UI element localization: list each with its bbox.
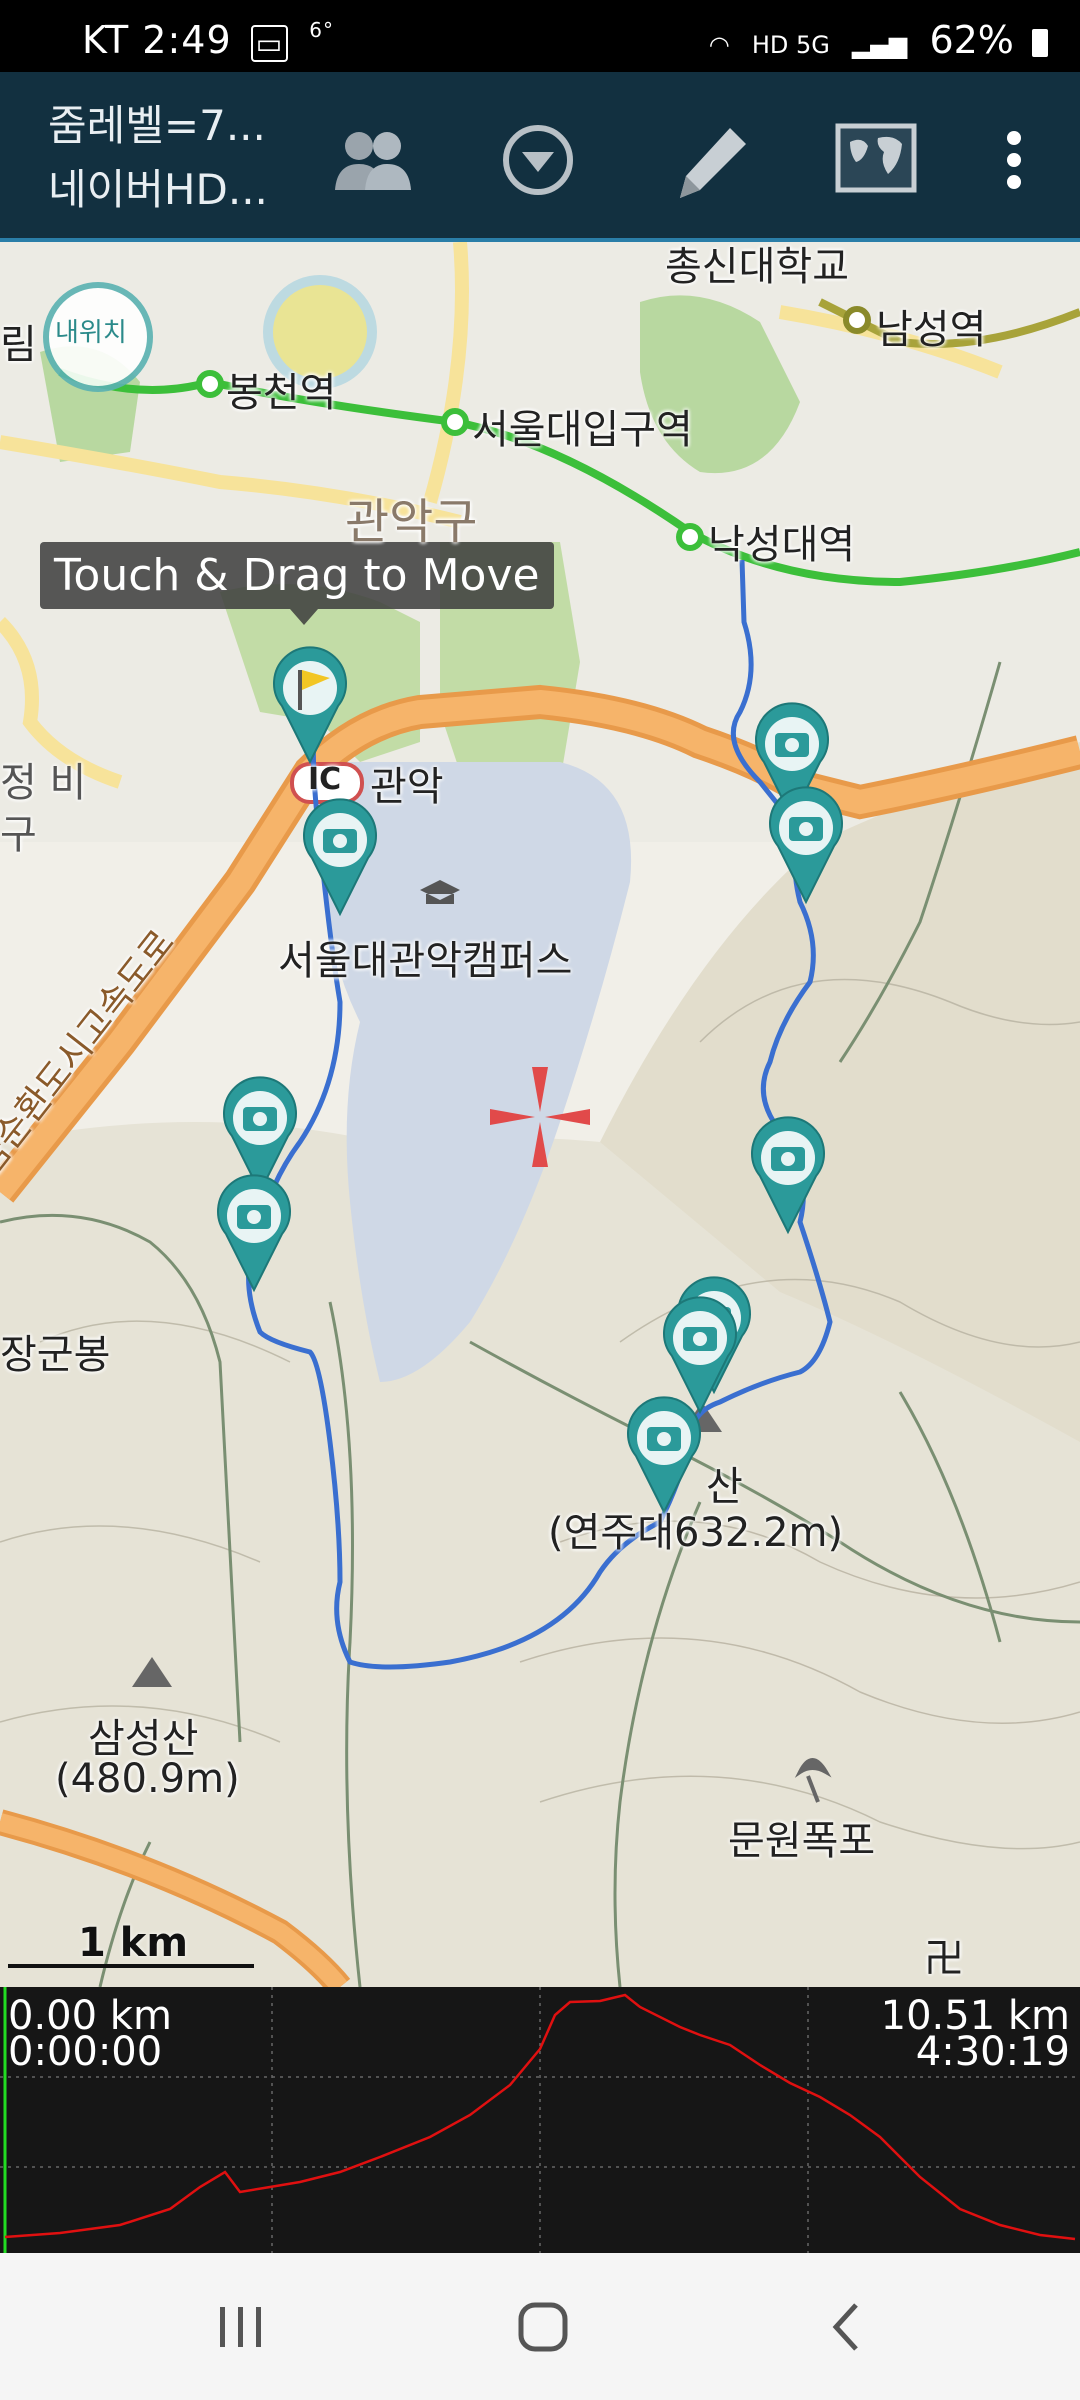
map-label-seoulipgu: 서울대입구역 [472,407,693,453]
recent-apps-button[interactable] [190,2293,290,2363]
dropdown-button[interactable] [490,112,586,208]
battery-icon [1032,28,1048,57]
map-label-munwon: 문원폭포 [728,1818,876,1864]
camera-icon [657,1432,671,1446]
edit-button[interactable] [660,112,756,208]
flag-icon [298,670,302,710]
map-source-text: 네이버HD... [48,165,268,214]
elevation-profile[interactable]: 0.00 km 0:00:00 10.51 km 4:30:19 [0,1987,1080,2253]
map-title[interactable]: 줌레벨=7... 네이버HD... [48,94,268,222]
drag-hint-tooltip: Touch & Drag to Move [40,542,554,625]
status-bar: KT 2:49 ▭ 6° ◠ HD 5G ▂▄▆ 62% [0,0,1080,72]
map-label-chongshin: 총신대학교 [665,244,849,290]
home-icon [518,2302,568,2352]
camera-icon [333,834,347,848]
scale-line [8,1964,254,1968]
back-icon [832,2303,858,2351]
zoom-level-text: 줌레벨=7... [48,101,266,150]
people-button[interactable] [325,112,421,208]
notification-icon: ▭ [250,25,289,62]
map-layer-button[interactable] [828,112,924,208]
temperature-label: 6° [309,18,335,42]
toolbar: 줌레벨=7... 네이버HD... [0,72,1080,242]
map-label-bongcheon: 봉천역 [226,370,337,416]
temple-icon: 卍 [924,1936,964,1982]
network-badge: HD 5G [751,31,830,59]
map-view[interactable]: Touch & Drag to Move 내위치 총신대학교 남성역 림 봉천역… [0,242,1080,1987]
signal-icon: ▂▄▆ [851,31,908,59]
camera-icon [247,1210,261,1224]
camera-icon [253,1112,267,1126]
scale-bar: 1 km [8,1920,254,1972]
map-label-gu: 구 [0,812,37,858]
status-left: KT 2:49 ▭ 6° [82,18,334,62]
dropdown-circle-icon [503,125,573,195]
clock: 2:49 [142,18,232,62]
people-icon [335,132,411,190]
more-button[interactable] [990,112,1040,208]
map-label-district: 관악구 [345,494,478,550]
map-label-nakseongdae: 낙성대역 [708,522,856,568]
system-nav-bar [0,2253,1080,2400]
map-label-janggunbong: 장군봉 [0,1332,111,1378]
map-label-campus: 서울대관악캠퍼스 [278,938,573,984]
home-button[interactable] [493,2293,593,2363]
map-label-jeongbi: 정 비 [0,760,87,806]
carrier-label: KT [82,18,130,62]
camera-icon [799,822,813,836]
world-map-icon [835,123,917,193]
ic-label: IC [308,762,342,797]
subway-station [843,306,871,334]
more-vert-icon [1007,131,1021,189]
pencil-icon [680,128,746,198]
recent-apps-icon [220,2307,261,2347]
status-right: ◠ HD 5G ▂▄▆ 62% [709,18,1048,62]
camera-icon [693,1332,707,1346]
end-time: 4:30:19 [915,2029,1070,2075]
wifi-icon: ◠ [708,31,730,59]
back-button[interactable] [796,2293,896,2363]
map-label-samseongsan-elevation: (480.9m) [55,1756,240,1802]
scale-label: 1 km [78,1920,189,1966]
map-label-rim: 림 [0,322,37,368]
start-time: 0:00:00 [8,2029,163,2075]
map-label-ic-gwanak: 관악 [370,764,444,810]
map-label-namseong: 남성역 [876,307,987,353]
battery-percent: 62% [929,18,1014,62]
my-location-label[interactable]: 내위치 [55,312,127,349]
map-label-peak-elevation: (연주대632.2m) [548,1510,844,1556]
camera-icon [785,738,799,752]
camera-icon [781,1152,795,1166]
